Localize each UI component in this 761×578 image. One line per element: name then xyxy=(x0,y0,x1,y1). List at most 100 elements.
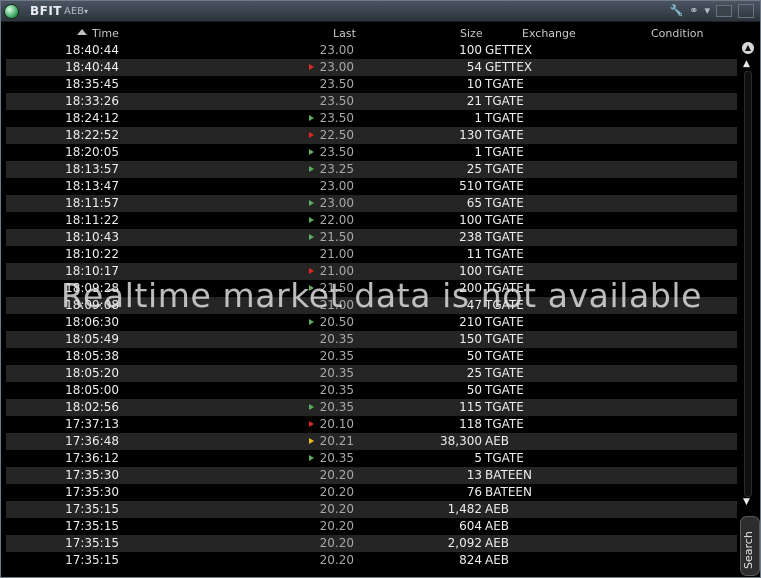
table-row[interactable]: 17:35:15 20.20 1,482 AEB xyxy=(6,501,737,518)
table-row[interactable]: 18:06:30 20.50 210 TGATE xyxy=(6,314,737,331)
wrench-icon[interactable]: 🔧 xyxy=(670,4,684,18)
column-time[interactable]: Time xyxy=(92,27,119,40)
trade-exchange: TGATE xyxy=(485,400,524,414)
scroll-to-top-button[interactable]: ▲ xyxy=(742,42,754,54)
globe-icon xyxy=(4,4,19,19)
table-row[interactable]: 18:05:49 20.35 150 TGATE xyxy=(6,331,737,348)
column-last[interactable]: Last xyxy=(333,27,356,40)
table-row[interactable]: 18:05:38 20.35 50 TGATE xyxy=(6,348,737,365)
table-row[interactable]: 17:35:15 20.20 824 AEB xyxy=(6,552,737,569)
trade-exchange: TGATE xyxy=(485,298,524,312)
trade-price: 20.35 xyxy=(319,332,354,346)
trade-size: 238 xyxy=(459,230,482,244)
table-row[interactable]: 18:09:08 21.00 47 TGATE xyxy=(6,297,737,314)
trade-exchange: TGATE xyxy=(485,94,524,108)
title-bar[interactable]: BFIT AEB ▾ 🔧 ⚭ ▾ xyxy=(1,1,760,22)
table-row[interactable]: 18:13:57 23.25 25 TGATE xyxy=(6,161,737,178)
down-tick-icon xyxy=(309,268,314,274)
chevron-down-icon[interactable]: ▾ xyxy=(84,7,88,16)
symbol-label[interactable]: BFIT xyxy=(30,4,62,18)
trade-price: 23.00 xyxy=(319,43,354,57)
tick-direction-icon xyxy=(309,115,319,121)
trade-exchange: GETTEX xyxy=(485,60,533,74)
trade-time: 18:22:52 xyxy=(65,128,119,142)
column-condition[interactable]: Condition xyxy=(651,27,704,40)
up-tick-icon xyxy=(309,115,314,121)
up-tick-icon xyxy=(309,404,314,410)
trade-time: 17:35:15 xyxy=(65,553,119,567)
table-row[interactable]: 17:35:30 20.20 13 BATEEN xyxy=(6,467,737,484)
tick-direction-icon xyxy=(309,149,319,155)
trade-price: 20.20 xyxy=(319,485,354,499)
table-row[interactable]: 18:40:44 23.00 100 GETTEX xyxy=(6,42,737,59)
table-row[interactable]: 17:35:15 20.20 2,092 AEB xyxy=(6,535,737,552)
trade-size: 210 xyxy=(459,315,482,329)
tick-direction-icon xyxy=(309,64,319,70)
table-row[interactable]: 18:09:28 21.50 200 TGATE xyxy=(6,280,737,297)
column-exchange[interactable]: Exchange xyxy=(522,27,576,40)
table-row[interactable]: 17:35:15 20.20 604 AEB xyxy=(6,518,737,535)
scroll-up-arrow[interactable]: ▲ xyxy=(743,59,750,69)
trade-price: 22.00 xyxy=(319,213,354,227)
table-row[interactable]: 17:35:30 20.20 76 BATEEN xyxy=(6,484,737,501)
trade-price: 22.50 xyxy=(319,128,354,142)
exchange-selector[interactable]: AEB xyxy=(64,6,84,17)
maximize-icon[interactable] xyxy=(738,4,754,18)
table-row[interactable]: 18:24:12 23.50 1 TGATE xyxy=(6,110,737,127)
scrollbar-thumb[interactable] xyxy=(745,72,751,496)
table-row[interactable]: 18:05:00 20.35 50 TGATE xyxy=(6,382,737,399)
table-row[interactable]: 18:22:52 22.50 130 TGATE xyxy=(6,127,737,144)
trade-price: 21.00 xyxy=(319,247,354,261)
trades-table: 18:40:44 23.00 100 GETTEX 18:40:44 23.00 54 GET… xyxy=(6,42,737,569)
trade-size: 1 xyxy=(474,111,482,125)
trade-size: 510 xyxy=(459,179,482,193)
table-row[interactable]: 17:36:48 20.21 38,300 AEB xyxy=(6,433,737,450)
trade-size: 25 xyxy=(466,366,482,380)
trade-time: 17:35:30 xyxy=(65,468,119,482)
table-row[interactable]: 18:40:44 23.00 54 GETTEX xyxy=(6,59,737,76)
table-row[interactable]: 18:13:47 23.00 510 TGATE xyxy=(6,178,737,195)
trade-price: 23.50 xyxy=(319,111,354,125)
table-row[interactable]: 18:05:20 20.35 25 TGATE xyxy=(6,365,737,382)
trade-price: 20.10 xyxy=(319,417,354,431)
trade-time: 18:06:30 xyxy=(65,315,119,329)
link-icon[interactable]: ⚭ xyxy=(689,4,698,18)
chevron-down-icon[interactable]: ▾ xyxy=(704,4,710,18)
trade-price: 20.20 xyxy=(319,502,354,516)
table-row[interactable]: 18:10:17 21.00 100 TGATE xyxy=(6,263,737,280)
trade-size: 25 xyxy=(466,162,482,176)
up-tick-icon xyxy=(309,149,314,155)
trade-size: 130 xyxy=(459,128,482,142)
trade-size: 65 xyxy=(466,196,482,210)
tick-direction-icon xyxy=(309,217,319,223)
trade-size: 47 xyxy=(466,298,482,312)
table-row[interactable]: 18:10:22 21.00 11 TGATE xyxy=(6,246,737,263)
table-row[interactable]: 18:20:05 23.50 1 TGATE xyxy=(6,144,737,161)
trade-size: 100 xyxy=(459,213,482,227)
minimize-icon[interactable] xyxy=(716,5,732,17)
table-row[interactable]: 18:11:22 22.00 100 TGATE xyxy=(6,212,737,229)
trade-time: 18:13:57 xyxy=(65,162,119,176)
sort-ascending-icon[interactable] xyxy=(77,29,87,35)
trade-price: 23.25 xyxy=(319,162,354,176)
table-row[interactable]: 18:10:43 21.50 238 TGATE xyxy=(6,229,737,246)
table-row[interactable]: 18:11:57 23.00 65 TGATE xyxy=(6,195,737,212)
table-row[interactable]: 17:37:13 20.10 118 TGATE xyxy=(6,416,737,433)
trade-price: 20.20 xyxy=(319,519,354,533)
column-size[interactable]: Size xyxy=(460,27,483,40)
table-row[interactable]: 18:35:45 23.50 10 TGATE xyxy=(6,76,737,93)
trade-time: 17:35:15 xyxy=(65,536,119,550)
scroll-down-arrow[interactable]: ▼ xyxy=(743,497,750,507)
column-header: Time Last Size Exchange Condition xyxy=(1,26,741,42)
table-row[interactable]: 18:02:56 20.35 115 TGATE xyxy=(6,399,737,416)
search-tab[interactable]: Search xyxy=(740,516,760,576)
scrollbar-track[interactable] xyxy=(744,71,752,497)
trade-price: 21.50 xyxy=(319,281,354,295)
tick-direction-icon xyxy=(309,438,319,444)
trade-time: 18:20:05 xyxy=(65,145,119,159)
table-row[interactable]: 17:36:12 20.35 5 TGATE xyxy=(6,450,737,467)
table-row[interactable]: 18:33:26 23.50 21 TGATE xyxy=(6,93,737,110)
trade-exchange: TGATE xyxy=(485,196,524,210)
trade-exchange: TGATE xyxy=(485,264,524,278)
up-tick-icon xyxy=(309,217,314,223)
